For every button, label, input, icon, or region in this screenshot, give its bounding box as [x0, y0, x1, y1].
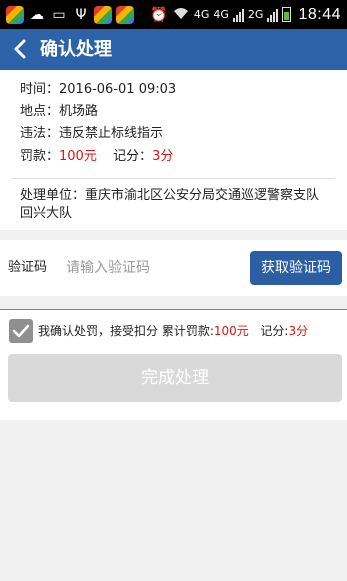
network-type-label: 4G: [213, 8, 229, 21]
fine-total: 100元: [213, 324, 249, 338]
chat-icon: ▭: [52, 7, 66, 23]
violation-fine-row: 罚款：100元 记分：3分: [20, 148, 173, 166]
chevron-left-icon[interactable]: [11, 38, 31, 60]
system-icons: ⏰ 4G 4G 2G 18:44: [150, 4, 341, 25]
time-value: 2016-06-01 09:03: [59, 82, 177, 97]
processing-unit: 处理单位：重庆市渝北区公安分局交通巡逻警察支队回兴大队: [20, 187, 325, 223]
time-label: 时间：: [20, 82, 60, 97]
violation-time-row: 时间：2016-06-01 09:03: [20, 81, 176, 99]
app-notification-icon: [6, 6, 24, 24]
verification-label: 验证码: [8, 260, 48, 275]
points-value: 3分: [152, 149, 174, 164]
app-notification-icon: [116, 6, 134, 24]
confirm-checkbox[interactable]: [9, 319, 33, 343]
status-bar: ☁ ▭ Ψ ⏰ 4G 4G 2G 18:44: [0, 0, 347, 29]
points-total-label: 记分:: [260, 324, 289, 338]
violation-value: 违反禁止标线指示: [59, 126, 164, 141]
app-header: 确认处理: [0, 29, 347, 70]
signal-icon: [267, 8, 279, 22]
unit-label: 处理单位：: [20, 188, 86, 203]
verification-code-input[interactable]: [66, 254, 236, 282]
violation-info-card: 时间：2016-06-01 09:03 地点：机场路 违法：违反禁止标线指示 罚…: [0, 70, 347, 230]
notification-icons: ☁ ▭ Ψ: [6, 5, 134, 25]
confirm-section: 我确认处罚，接受扣分 累计罚款:100元 记分:3分 完成处理: [0, 310, 347, 420]
signal-icon: [232, 8, 244, 22]
divider: [12, 178, 335, 179]
wifi-icon: [172, 6, 190, 24]
location-value: 机场路: [59, 104, 99, 119]
violation-location-row: 地点：机场路: [20, 103, 98, 121]
location-label: 地点：: [20, 104, 60, 119]
network-type-label: 4G: [193, 8, 210, 21]
finish-button[interactable]: 完成处理: [8, 354, 342, 402]
battery-icon: [282, 7, 292, 22]
violation-label: 违法：: [20, 126, 60, 141]
clock: 18:44: [298, 5, 341, 23]
points-total: 3分: [288, 324, 309, 338]
fine-value: 100元: [59, 149, 97, 164]
points-label: 记分：: [113, 149, 153, 164]
network-type-label: 2G: [247, 8, 264, 21]
fine-label: 罚款：: [20, 149, 60, 164]
violation-type-row: 违法：违反禁止标线指示: [20, 125, 163, 143]
confirm-main-text: 我确认处罚，接受扣分 累计罚款:: [38, 324, 214, 338]
cloud-icon: ☁: [30, 7, 44, 23]
get-code-button[interactable]: 获取验证码: [250, 251, 342, 285]
verification-row: 验证码 获取验证码: [0, 240, 347, 296]
alarm-icon: ⏰: [150, 6, 168, 23]
page-title: 确认处理: [40, 39, 112, 60]
checkmark-icon: [12, 324, 30, 338]
usb-icon: Ψ: [75, 7, 87, 23]
confirm-text: 我确认处罚，接受扣分 累计罚款:100元 记分:3分: [38, 323, 308, 340]
app-notification-icon: [94, 6, 112, 24]
